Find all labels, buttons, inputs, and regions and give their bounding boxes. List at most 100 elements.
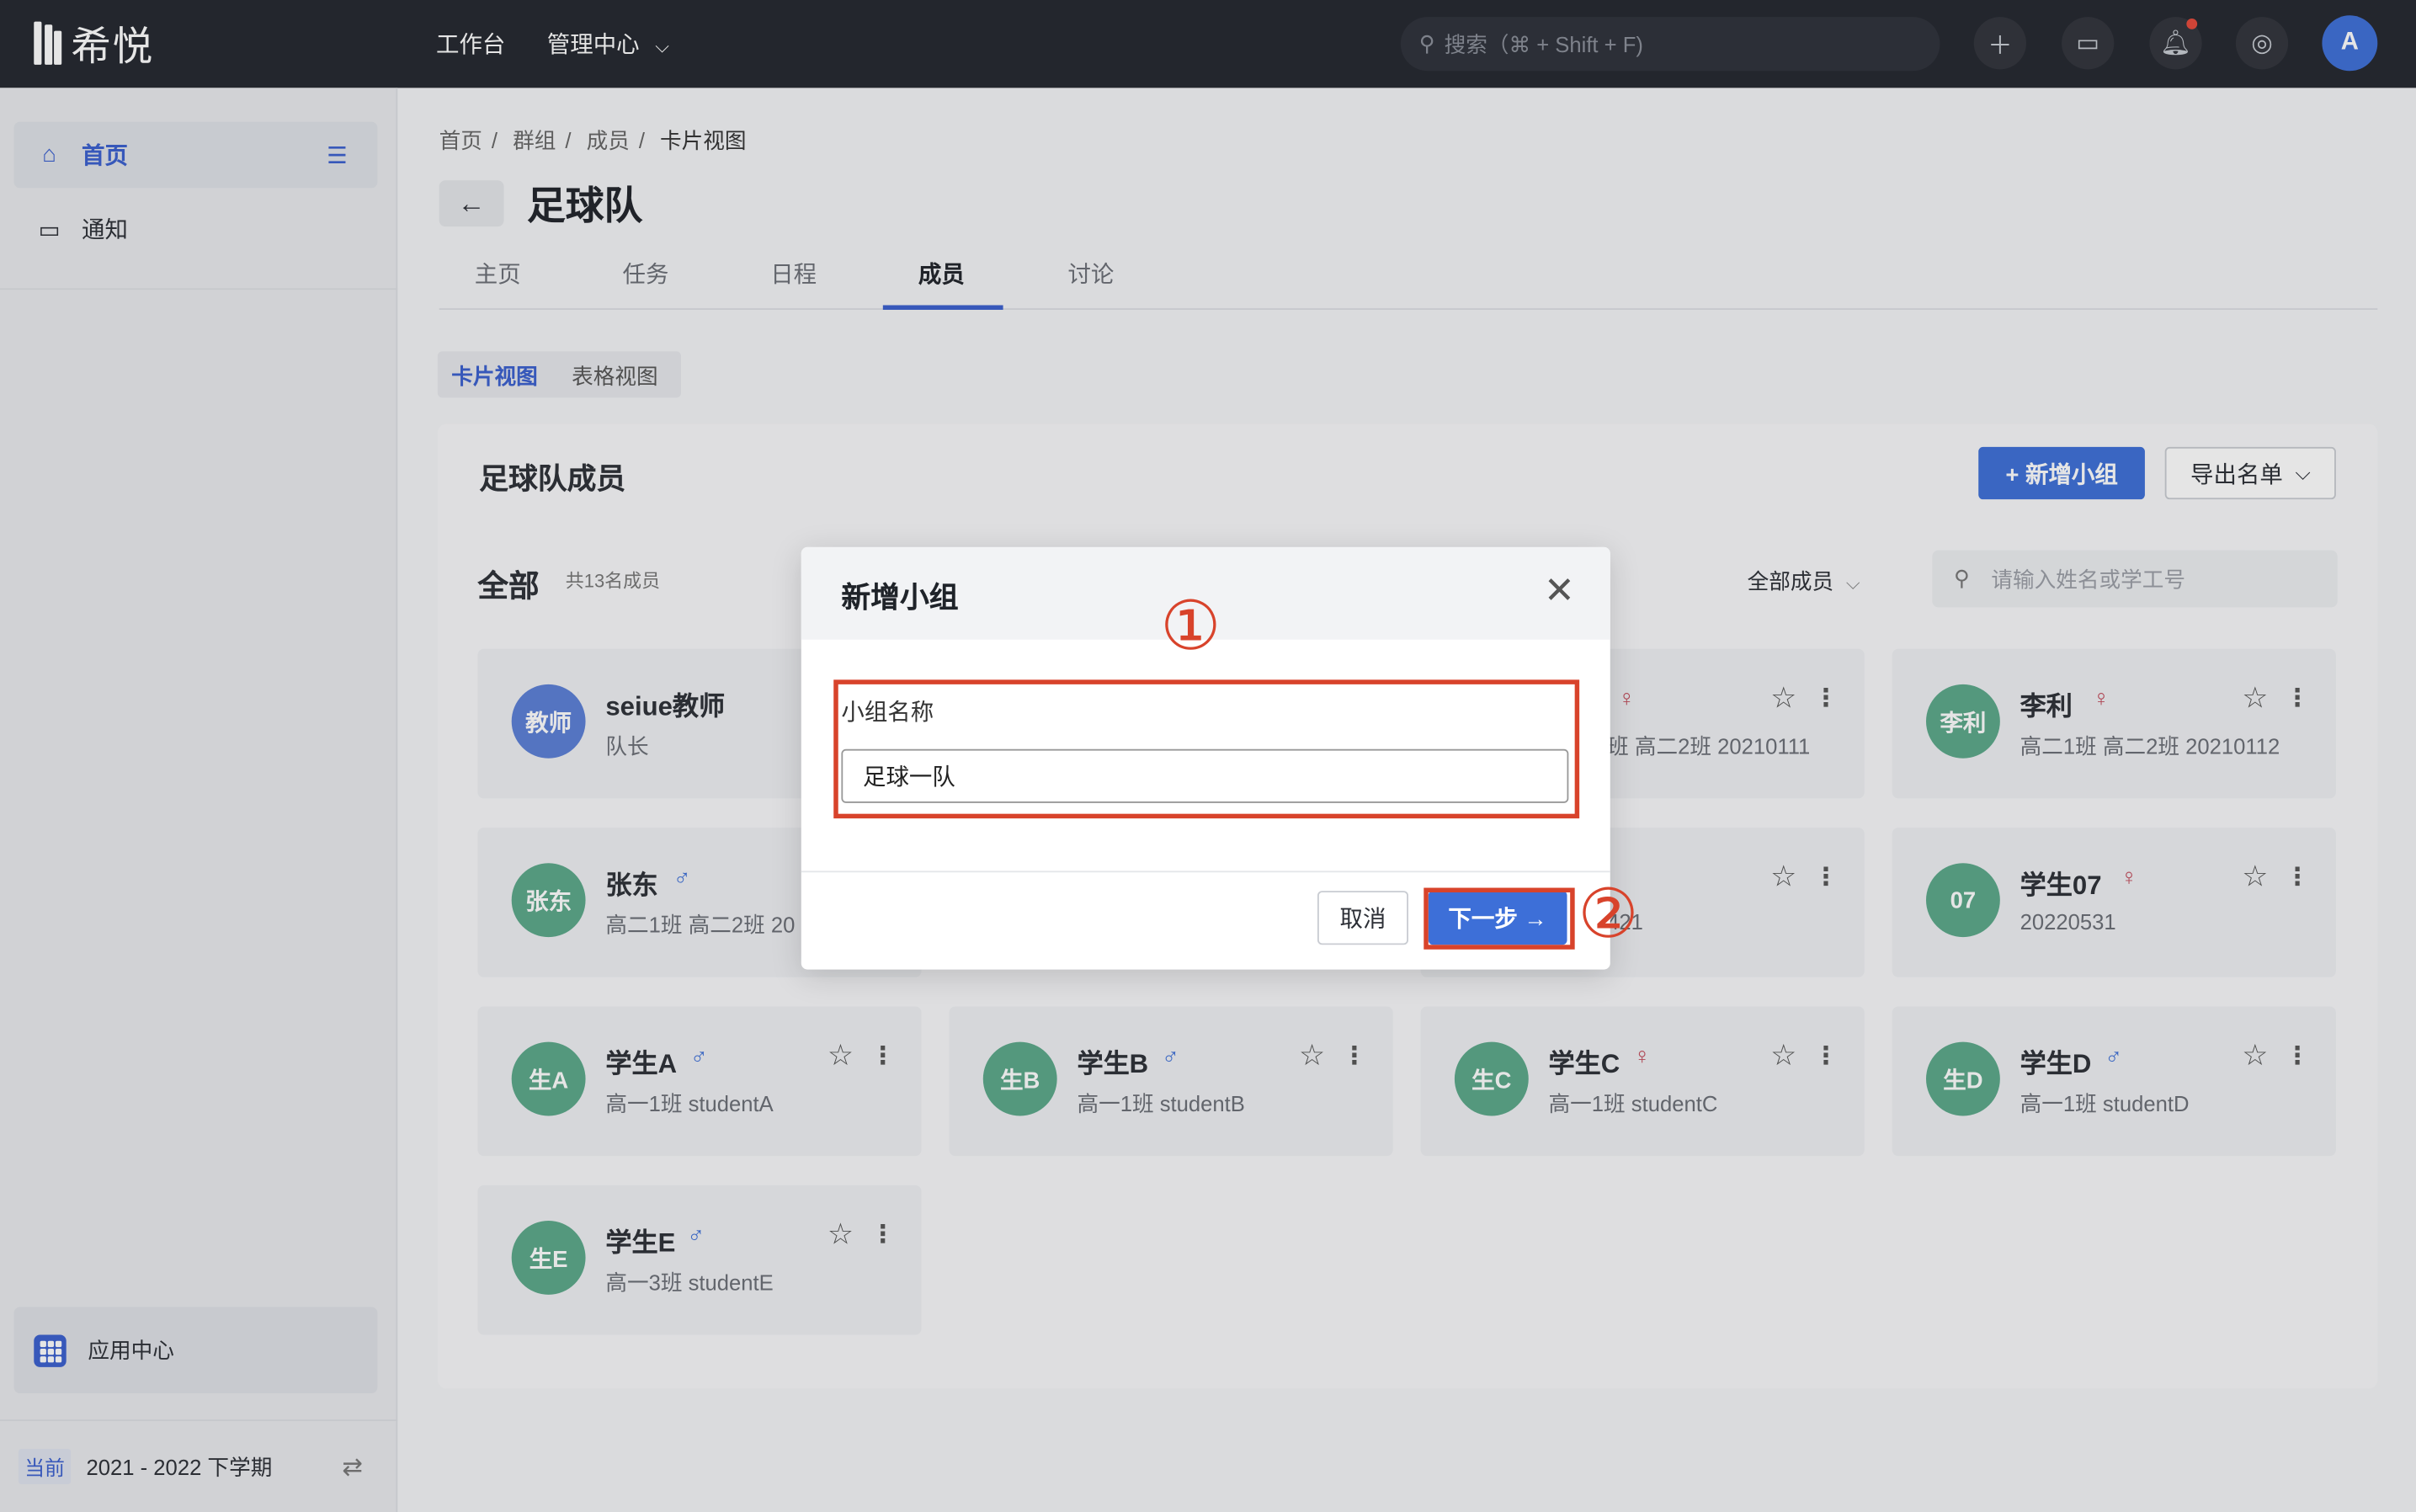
member-info: 高二1班 高二2班 20210112	[2020, 733, 2280, 759]
star-icon[interactable]: ☆	[2242, 860, 2268, 896]
chat-icon: ▭	[2076, 30, 2100, 57]
avatar: 教师	[511, 684, 586, 759]
member-info: 高一1班 studentB	[1077, 1091, 1245, 1116]
close-icon[interactable]: ✕	[1544, 569, 1575, 614]
tab-bar: 主页 任务 日程 成员 讨论	[439, 242, 2378, 310]
more-icon[interactable]: ⋮	[1813, 683, 1838, 714]
avatar: 生D	[1926, 1041, 2000, 1116]
cancel-button[interactable]: 取消	[1317, 891, 1408, 945]
member-name: 学生E	[605, 1228, 676, 1258]
term-switcher[interactable]: 当前 2021 - 2022 下学期 ⇄	[0, 1419, 398, 1512]
search-icon: ⚲	[1953, 565, 1970, 591]
breadcrumb-groups[interactable]: 群组	[513, 128, 556, 152]
member-info: 队长	[605, 733, 649, 759]
star-icon[interactable]: ☆	[2242, 681, 2268, 716]
female-icon: ♀	[2120, 865, 2138, 892]
star-icon[interactable]: ☆	[1770, 860, 1796, 896]
notifications-button[interactable]: 🔔︎	[2149, 17, 2202, 70]
messages-button[interactable]: ▭	[2062, 17, 2115, 70]
logo-icon	[34, 21, 62, 65]
message-icon: ▭	[38, 216, 61, 243]
female-icon: ♀	[2092, 685, 2110, 712]
add-group-button[interactable]: + 新增小组	[1978, 446, 2145, 500]
member-card[interactable]: 生E 学生E ♂ 高一3班 studentE ☆ ⋮	[477, 1185, 922, 1335]
member-name: 学生C	[1548, 1049, 1620, 1079]
star-icon[interactable]: ☆	[1770, 1039, 1796, 1074]
tab-members[interactable]: 成员	[918, 258, 965, 290]
sidebar-app-center[interactable]: 应用中心	[13, 1307, 378, 1394]
active-tab-indicator	[882, 305, 1003, 310]
page-title: 足球队	[526, 184, 643, 228]
more-icon[interactable]: ⋮	[870, 1041, 895, 1072]
search-placeholder: 搜索（⌘ + Shift + F)	[1444, 31, 1643, 56]
breadcrumb: 首页 / 群组 / 成员 / 卡片视图	[439, 125, 756, 156]
global-search[interactable]: ⚲ 搜索（⌘ + Shift + F)	[1400, 17, 1940, 72]
member-card[interactable]: 生C 学生C ♀ 高一1班 studentC ☆ ⋮	[1420, 1006, 1865, 1157]
member-name: 李利	[2020, 692, 2073, 721]
more-icon[interactable]: ⋮	[870, 1219, 895, 1250]
more-icon[interactable]: ⋮	[2285, 1041, 2309, 1072]
tab-tasks[interactable]: 任务	[622, 258, 668, 290]
more-icon[interactable]: ⋮	[2285, 861, 2309, 892]
step-1-marker: ①	[1160, 588, 1221, 665]
more-icon[interactable]: ⋮	[1342, 1041, 1366, 1072]
logo[interactable]: 希悦	[34, 17, 154, 69]
home-icon: ⌂	[42, 141, 56, 168]
member-search-input[interactable]: ⚲ 请输入姓名或学工号	[1932, 550, 2338, 608]
tab-discussion[interactable]: 讨论	[1067, 258, 1114, 290]
member-card[interactable]: 生A 学生A ♂ 高一1班 studentA ☆ ⋮	[477, 1006, 922, 1157]
more-icon[interactable]: ⋮	[1813, 1041, 1838, 1072]
member-info: 高一1班 studentC	[1548, 1091, 1718, 1116]
dialog-title: 新增小组	[841, 583, 959, 615]
member-card[interactable]: 生D 学生D ♂ 高一1班 studentD ☆ ⋮	[1892, 1006, 2336, 1157]
app-center-label: 应用中心	[88, 1338, 174, 1363]
plus-button[interactable]: ＋	[1973, 17, 2026, 70]
tab-schedule[interactable]: 日程	[770, 258, 817, 290]
swap-icon[interactable]: ⇄	[342, 1451, 363, 1483]
sidebar-divider	[0, 288, 398, 290]
more-icon[interactable]: ⋮	[1813, 861, 1838, 892]
ai-assistant-button[interactable]: ◎	[2235, 17, 2289, 70]
nav-admin-label: 管理中心	[546, 32, 640, 59]
member-filter[interactable]: 全部成员 ⌵	[1748, 566, 1860, 597]
nav-workbench[interactable]: 工作台	[436, 28, 505, 60]
highlight-box-step2	[1424, 887, 1575, 950]
view-switcher: 卡片视图 表格视图	[437, 351, 682, 398]
back-button[interactable]: ←	[439, 180, 504, 227]
star-icon[interactable]: ☆	[2242, 1039, 2268, 1074]
tab-home[interactable]: 主页	[475, 258, 521, 290]
nav-admin-center[interactable]: 管理中心 ⌵	[547, 28, 669, 60]
view-table[interactable]: 表格视图	[572, 360, 658, 391]
member-info: 高一3班 studentE	[605, 1270, 774, 1295]
member-card[interactable]: 生B 学生B ♂ 高一1班 studentB ☆ ⋮	[949, 1006, 1393, 1157]
sidebar-item-notice[interactable]: ▭ 通知	[13, 196, 377, 263]
breadcrumb-members[interactable]: 成员	[587, 128, 630, 152]
more-icon[interactable]: ⋮	[2285, 683, 2309, 714]
member-card[interactable]: 07 学生07 ♀ 20220531 ☆ ⋮	[1892, 828, 2336, 977]
star-icon[interactable]: ☆	[1299, 1039, 1325, 1074]
star-icon[interactable]: ☆	[1770, 681, 1796, 716]
member-info: 高二1班 高二2班 20	[605, 912, 796, 938]
collapse-sidebar-icon[interactable]: ☰	[327, 141, 348, 168]
user-avatar[interactable]: A	[2322, 15, 2378, 72]
search-icon: ⚲	[1418, 30, 1435, 56]
member-search-placeholder: 请输入姓名或学工号	[1991, 566, 2185, 592]
member-card[interactable]: 李利 李利 ♀ 高二1班 高二2班 20210112 ☆ ⋮	[1892, 648, 2336, 799]
term-tag: 当前	[18, 1448, 72, 1485]
male-icon: ♂	[673, 865, 691, 892]
avatar: 生A	[511, 1041, 586, 1116]
avatar: 张东	[511, 863, 586, 938]
plus-icon: ＋	[1988, 34, 2013, 61]
star-icon[interactable]: ☆	[828, 1039, 854, 1074]
arrow-left-icon: ←	[457, 187, 486, 219]
sidebar-item-home[interactable]: ⌂ 首页 ☰	[13, 121, 378, 189]
export-list-button[interactable]: 导出名单 ⌵	[2164, 446, 2336, 500]
view-card[interactable]: 卡片视图	[451, 360, 538, 391]
star-icon[interactable]: ☆	[828, 1217, 854, 1253]
filter-label: 全部成员	[1747, 568, 1834, 594]
avatar: 07	[1926, 863, 2000, 938]
member-name: seiue教师	[605, 692, 726, 721]
breadcrumb-home[interactable]: 首页	[439, 128, 482, 152]
sidebar: ⌂ 首页 ☰ ▭ 通知 应用中心 当前 2021 - 2022 下学期 ⇄	[0, 88, 398, 1512]
member-name: 学生A	[605, 1049, 678, 1079]
